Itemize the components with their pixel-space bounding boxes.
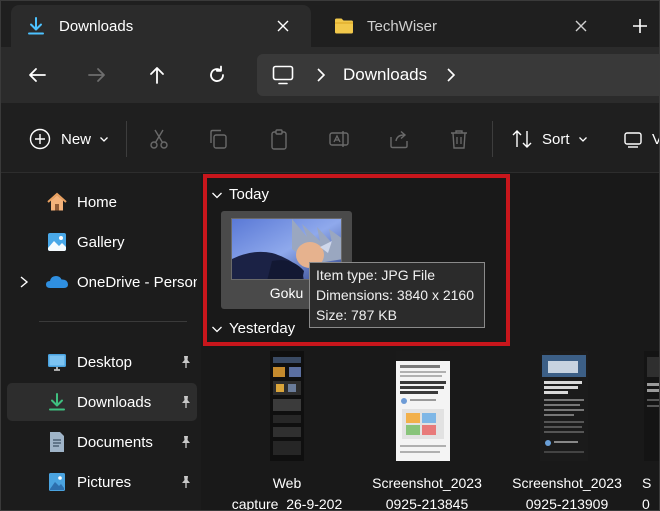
sidebar-item-onedrive[interactable]: OneDrive - Persona (7, 263, 197, 301)
pin-icon[interactable] (179, 475, 193, 489)
navigation-bar: Downloads (1, 47, 659, 103)
file-name-line: Screenshot_2023 (372, 475, 482, 491)
sidebar-item-gallery[interactable]: Gallery (7, 223, 197, 261)
home-icon (45, 190, 69, 214)
up-button[interactable] (143, 61, 171, 89)
file-explorer-window: Downloads TechWiser Downloads New Sort H… (0, 0, 660, 511)
forward-button[interactable] (83, 61, 111, 89)
view-button[interactable]: V (623, 125, 659, 153)
computer-icon (272, 65, 294, 85)
back-button[interactable] (23, 61, 51, 89)
image-thumbnail (270, 351, 304, 461)
view-label: V (652, 131, 659, 148)
new-button[interactable]: New (29, 125, 109, 153)
chevron-right-icon[interactable] (443, 67, 459, 83)
sidebar-item-pictures[interactable]: Pictures (7, 463, 197, 501)
onedrive-icon (45, 270, 69, 294)
file-name: S 0 (642, 473, 659, 511)
sort-label: Sort (542, 130, 570, 148)
rename-button[interactable] (325, 125, 353, 153)
image-thumbnail (396, 351, 450, 461)
divider (492, 121, 493, 157)
share-button[interactable] (385, 125, 413, 153)
arrow-left-icon (29, 68, 46, 82)
arrow-right-icon (88, 68, 105, 82)
command-bar: New Sort V (1, 103, 659, 173)
sidebar-item-desktop[interactable]: Desktop (7, 343, 197, 381)
trash-icon (451, 130, 467, 149)
sidebar-item-label: Pictures (77, 473, 132, 491)
gallery-icon (45, 230, 69, 254)
chevron-right-icon[interactable] (313, 67, 329, 83)
sidebar-item-home[interactable]: Home (7, 183, 197, 221)
paste-button[interactable] (265, 125, 293, 153)
file-list: Today Goku Item type: JPG File Dimension… (201, 173, 659, 511)
plus-circle-icon (29, 128, 51, 150)
image-thumbnail (540, 351, 588, 461)
tab-label: TechWiser (367, 17, 438, 35)
divider (126, 121, 127, 157)
cut-button[interactable] (145, 125, 173, 153)
new-label: New (61, 130, 92, 148)
scissors-icon (150, 129, 168, 149)
file-name-line: S (642, 475, 652, 491)
tab-label: Downloads (59, 17, 134, 35)
refresh-icon (210, 65, 224, 82)
pin-icon[interactable] (179, 435, 193, 449)
navigation-pane: Home Gallery OneDrive - Persona Desktop (1, 173, 201, 510)
download-icon (45, 390, 69, 414)
copy-icon (210, 129, 227, 149)
refresh-button[interactable] (203, 61, 231, 89)
sidebar-item-label: OneDrive - Persona (77, 273, 197, 291)
delete-button[interactable] (445, 125, 473, 153)
new-tab-button[interactable] (627, 13, 653, 39)
chevron-down-icon (100, 137, 108, 142)
sort-button[interactable]: Sort (511, 125, 588, 153)
sidebar-item-label: Gallery (77, 233, 125, 251)
sidebar-item-label: Desktop (77, 353, 133, 371)
desktop-icon (45, 350, 69, 374)
file-name-line: 0925-213909 (525, 496, 609, 511)
pin-icon[interactable] (179, 355, 193, 369)
share-icon (390, 130, 408, 149)
file-name-line: capture_26-9-202 (231, 496, 343, 511)
folder-icon (333, 15, 355, 37)
pin-icon[interactable] (179, 395, 193, 409)
sidebar-item-label: Downloads (77, 393, 152, 411)
file-name-line: 0 (642, 496, 650, 511)
breadcrumb-downloads[interactable]: Downloads (343, 65, 427, 85)
sidebar-item-downloads[interactable]: Downloads (7, 383, 197, 421)
file-name: Web capture_26-9-202 (222, 473, 352, 511)
copy-button[interactable] (204, 125, 232, 153)
file-name-line: 0925-213845 (385, 496, 469, 511)
sidebar-item-label: Documents (77, 433, 153, 451)
download-icon (25, 15, 47, 37)
tab-strip: Downloads TechWiser (1, 1, 659, 49)
file-name: Screenshot_2023 0925-213845 (362, 473, 492, 511)
plus-icon (633, 19, 647, 33)
sidebar-item-documents[interactable]: Documents (7, 423, 197, 461)
divider (39, 321, 187, 322)
close-icon[interactable] (569, 14, 593, 38)
pictures-icon (45, 470, 69, 494)
address-bar[interactable]: Downloads (257, 54, 659, 96)
rename-icon (329, 131, 349, 147)
view-icon (624, 132, 642, 148)
tab-techwiser[interactable]: TechWiser (319, 5, 609, 47)
file-name-line: Web (272, 475, 302, 491)
file-name: Screenshot_2023 0925-213909 (502, 473, 632, 511)
documents-icon (45, 430, 69, 454)
image-thumbnail (644, 351, 659, 461)
highlight-box (203, 174, 510, 346)
sort-icon (512, 130, 532, 148)
close-icon[interactable] (271, 14, 295, 38)
clipboard-icon (271, 129, 287, 150)
sidebar-item-label: Home (77, 193, 118, 211)
chevron-down-icon (578, 137, 587, 142)
arrow-up-icon (150, 67, 164, 84)
file-name-line: Screenshot_2023 (512, 475, 622, 491)
tab-downloads[interactable]: Downloads (11, 5, 311, 47)
